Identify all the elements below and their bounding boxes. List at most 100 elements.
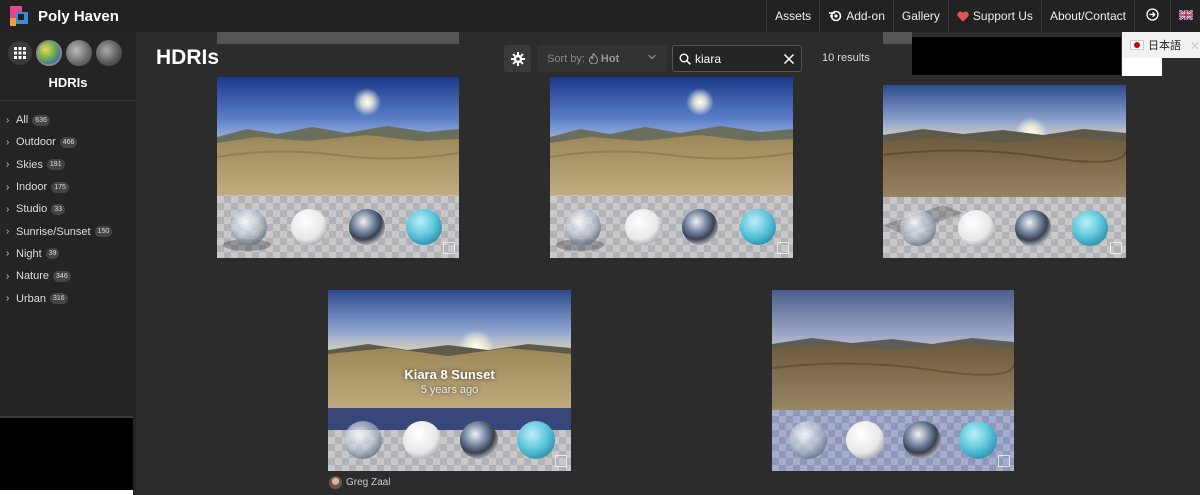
card-title: Kiara 8 Sunset: [404, 367, 495, 382]
category-count: 636: [32, 114, 50, 126]
sort-value: Hot: [600, 52, 620, 65]
category-count: 466: [59, 136, 78, 148]
nav-gallery[interactable]: Gallery: [892, 0, 948, 32]
image-icon: [998, 455, 1010, 467]
language-popup-close-icon[interactable]: ✕: [1190, 39, 1200, 53]
asset-type-switcher: [0, 32, 136, 66]
sidebar-item-outdoor[interactable]: › Outdoor 466: [0, 131, 136, 153]
search-input[interactable]: [695, 51, 780, 66]
card-age: 5 years ago: [420, 384, 479, 396]
language-label: 日本語: [1148, 39, 1181, 52]
nav-gallery-label: Gallery: [901, 9, 940, 23]
sidebar-divider: [0, 100, 136, 101]
category-label: Sunrise/Sunset: [16, 225, 91, 238]
category-label: Indoor: [16, 181, 48, 194]
category-label: Studio: [16, 203, 48, 216]
category-count: 316: [49, 293, 68, 305]
card-author[interactable]: Greg Zaal: [329, 476, 390, 489]
sidebar-item-indoor[interactable]: › Indoor 175: [0, 176, 136, 198]
sidebar-item-skies[interactable]: › Skies 191: [0, 154, 136, 176]
nav-assets[interactable]: Assets: [766, 0, 819, 32]
category-label: Skies: [16, 158, 43, 171]
chevron-right-icon: ›: [6, 203, 10, 215]
sidebar-white-strip: [0, 490, 133, 495]
language-popup[interactable]: 日本語: [1122, 32, 1200, 58]
category-count: 175: [51, 181, 69, 193]
hdri-thumbnail: [217, 77, 459, 258]
blender-icon: [828, 10, 842, 22]
category-label: All: [16, 114, 29, 127]
language-button[interactable]: [1170, 0, 1200, 32]
chevron-right-icon: ›: [6, 114, 10, 126]
texture-type-icon[interactable]: [66, 40, 92, 66]
japan-flag-icon: [1130, 40, 1144, 50]
avatar: [329, 476, 342, 489]
grid-icon: [14, 47, 26, 59]
chevron-right-icon: ›: [6, 226, 10, 238]
logo[interactable]: Poly Haven: [10, 6, 119, 26]
category-label: Urban: [16, 292, 46, 305]
sidebar: HDRIs › All 636 › Outdoor 466 › Skies 191 › Ind…: [0, 32, 136, 495]
search-icon: [679, 53, 691, 65]
nav-about-label: About/Contact: [1049, 9, 1126, 23]
nav-addon-label: Add-on: [846, 9, 885, 23]
brand-name: Poly Haven: [38, 7, 119, 25]
sidebar-item-sunrise-sunset[interactable]: › Sunrise/Sunset 150: [0, 220, 136, 242]
category-count: 346: [53, 270, 71, 282]
hdri-thumbnail: [883, 85, 1126, 258]
hdri-thumbnail: [772, 290, 1014, 471]
image-icon: [777, 242, 789, 254]
login-icon: [1146, 8, 1159, 24]
language-popup-stub: [1122, 58, 1162, 76]
sidebar-title: HDRIs: [48, 75, 88, 90]
login-button[interactable]: [1134, 0, 1170, 32]
sidebar-item-night[interactable]: › Night 39: [0, 243, 136, 265]
thumbnail-peek: [883, 32, 912, 44]
sidebar-item-urban[interactable]: › Urban 316: [0, 287, 136, 309]
chevron-right-icon: ›: [6, 248, 10, 260]
sidebar-item-studio[interactable]: › Studio 33: [0, 198, 136, 220]
heart-icon: [957, 11, 969, 22]
all-assets-button[interactable]: [8, 41, 32, 65]
category-count: 191: [46, 159, 65, 171]
image-icon: [443, 242, 455, 254]
category-label: Nature: [16, 270, 50, 283]
category-count: 33: [51, 203, 65, 215]
sort-dropdown[interactable]: Sort by: Hot: [537, 45, 667, 72]
hdri-card[interactable]: [550, 77, 793, 258]
sidebar-black-region: [0, 416, 133, 495]
category-count: 150: [94, 226, 113, 238]
search-box[interactable]: [672, 45, 802, 72]
page-title: HDRIs: [156, 46, 220, 69]
top-nav: Assets Add-on Gallery Support Us About/C…: [766, 0, 1200, 32]
hdri-card[interactable]: [772, 290, 1014, 471]
chevron-right-icon: ›: [6, 270, 10, 282]
category-list: › All 636 › Outdoor 466 › Skies 191 › Indoor 175…: [0, 109, 136, 310]
hdri-type-icon[interactable]: [36, 40, 62, 66]
gear-icon: [510, 51, 525, 66]
close-icon[interactable]: [781, 51, 797, 67]
sort-value-wrap: Hot: [588, 52, 620, 65]
image-icon: [555, 455, 567, 467]
nav-addon[interactable]: Add-on: [819, 0, 893, 32]
chevron-right-icon: ›: [6, 293, 10, 305]
sidebar-item-all[interactable]: › All 636: [0, 109, 136, 131]
chevron-right-icon: ›: [6, 159, 10, 171]
uk-flag-icon: [1177, 9, 1194, 23]
nav-support-us[interactable]: Support Us: [947, 0, 1041, 32]
author-name: Greg Zaal: [346, 477, 391, 488]
top-bar: Poly Haven Assets Add-on Gallery Support…: [0, 0, 1200, 32]
hdri-card-kiara-8-sunset[interactable]: Kiara 8 Sunset 5 years ago: [328, 290, 571, 471]
hdri-thumbnail: [550, 77, 793, 258]
settings-button[interactable]: [504, 45, 531, 72]
chevron-down-icon: [648, 54, 656, 60]
sort-label: Sort by:: [547, 52, 585, 65]
nav-support-label: Support Us: [972, 9, 1033, 23]
model-type-icon[interactable]: [96, 40, 122, 66]
hdri-card[interactable]: [883, 85, 1126, 258]
nav-about-contact[interactable]: About/Contact: [1040, 0, 1134, 32]
sidebar-item-nature[interactable]: › Nature 346: [0, 265, 136, 287]
hdri-card[interactable]: [217, 77, 459, 258]
results-count: 10 results: [822, 52, 870, 64]
nav-assets-label: Assets: [775, 9, 812, 23]
